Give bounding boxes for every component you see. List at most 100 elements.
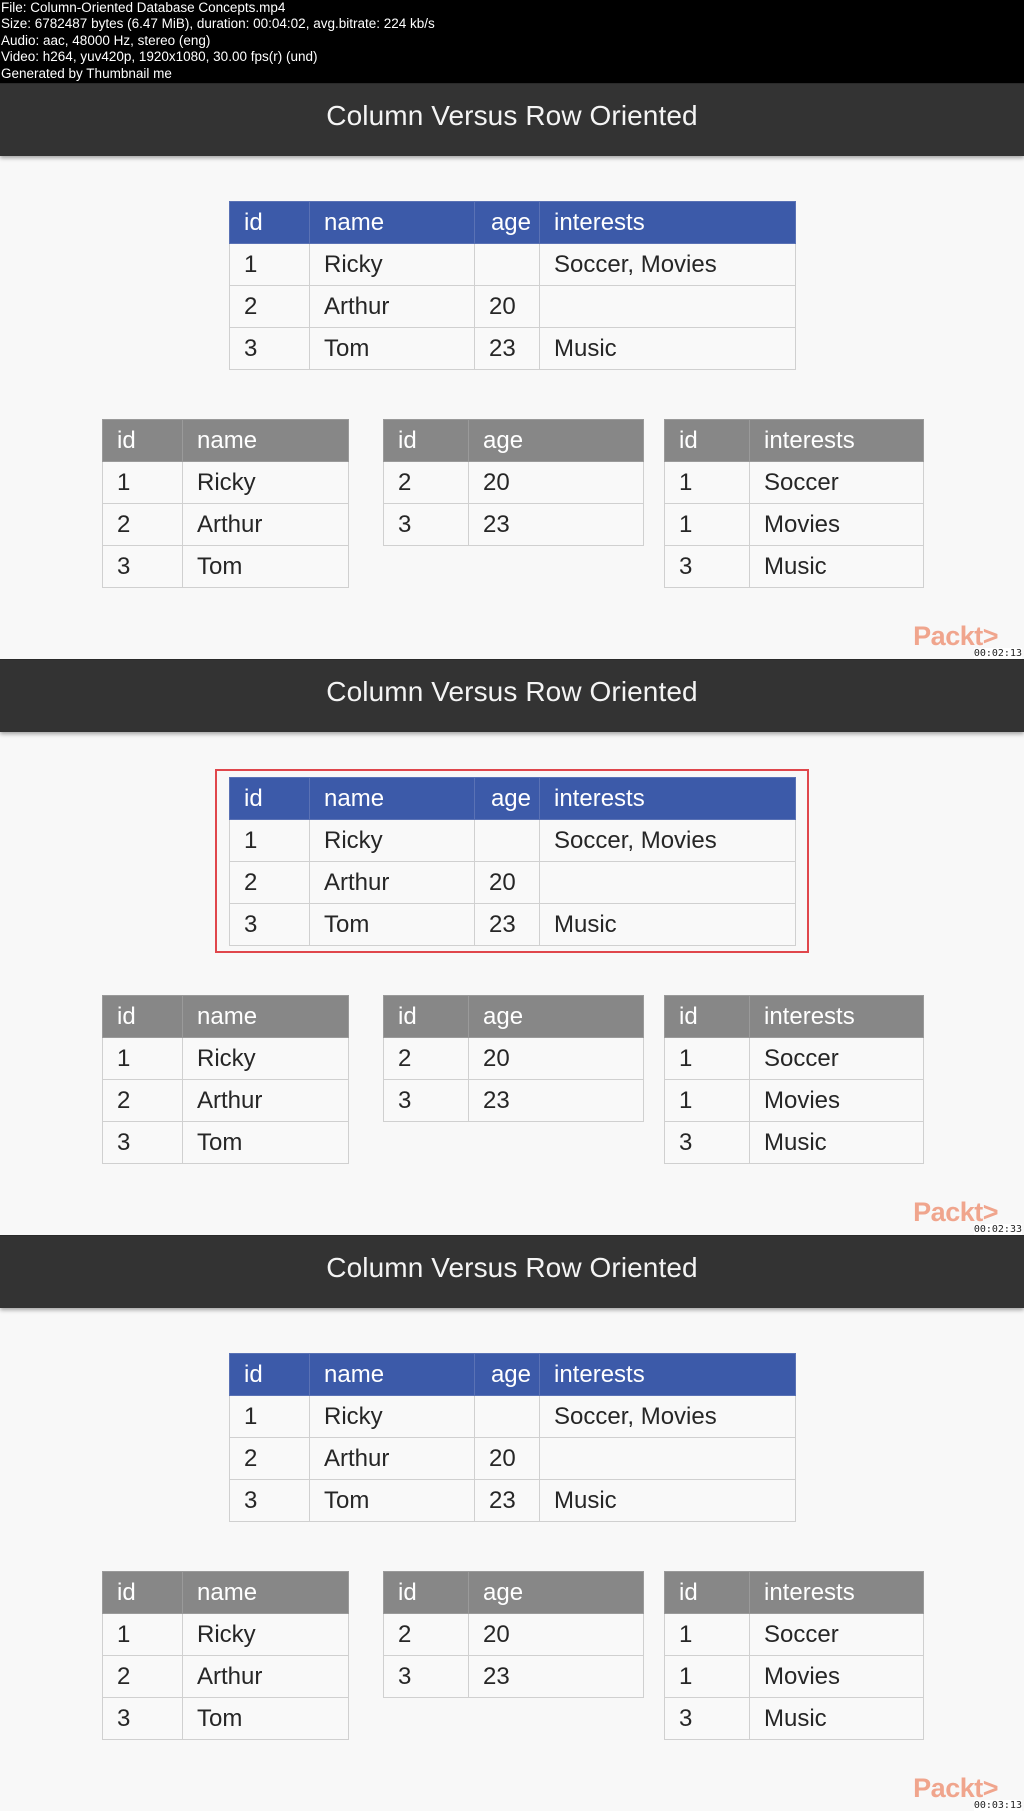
column-header: name <box>182 1571 349 1614</box>
table-header-row: id name age interests <box>229 777 796 820</box>
column-header: interests <box>539 1353 796 1396</box>
table-cell: 2 <box>383 1037 469 1080</box>
table-row: 1 Ricky Soccer, Movies <box>229 243 796 286</box>
table-row: 2 20 <box>383 1037 644 1080</box>
table-row: 1 Ricky <box>102 1037 349 1080</box>
table-cell: Arthur <box>182 1079 349 1122</box>
column-header: id <box>664 1571 750 1614</box>
column-header: id <box>229 777 310 820</box>
column-header: id <box>229 1353 310 1396</box>
frame-timestamp: 00:03:13 <box>973 1800 1022 1811</box>
table-header-row: id name age interests <box>229 201 796 244</box>
table-cell: 2 <box>102 1079 183 1122</box>
table-cell: 2 <box>229 1437 310 1480</box>
table-cell: Ricky <box>182 461 349 504</box>
table-row: 3 Music <box>664 1121 924 1164</box>
age-column-table: id age 2 20 3 23 <box>383 419 644 546</box>
table-cell: Arthur <box>309 1437 475 1480</box>
file-info-header: File: Column-Oriented Database Concepts.… <box>0 0 1024 83</box>
column-header: age <box>468 995 644 1038</box>
column-header: name <box>182 995 349 1038</box>
table-cell: 2 <box>102 503 183 546</box>
table-row: 1 Movies <box>664 503 924 546</box>
table-cell: Tom <box>309 903 475 946</box>
slide-title: Column Versus Row Oriented <box>326 100 698 131</box>
column-header: name <box>309 777 475 820</box>
column-header: age <box>468 419 644 462</box>
table-cell: Ricky <box>182 1613 349 1656</box>
table-header-row: id interests <box>664 419 924 462</box>
table-cell: Movies <box>749 1079 924 1122</box>
table-header-row: id age <box>383 995 644 1038</box>
table-cell: 23 <box>468 503 644 546</box>
table-header-row: id name <box>102 995 349 1038</box>
table-cell: Soccer <box>749 461 924 504</box>
table-row: 1 Movies <box>664 1079 924 1122</box>
table-row: 1 Ricky Soccer, Movies <box>229 819 796 862</box>
table-cell: Music <box>539 903 796 946</box>
slide-title: Column Versus Row Oriented <box>326 676 698 707</box>
column-header: name <box>309 201 475 244</box>
table-cell: 1 <box>664 1079 750 1122</box>
table-cell: 20 <box>474 1437 540 1480</box>
table-cell: 1 <box>229 1395 310 1438</box>
table-cell: 2 <box>383 461 469 504</box>
table-cell: Soccer <box>749 1613 924 1656</box>
table-row: 1 Ricky <box>102 461 349 504</box>
video-frame: Column Versus Row Oriented id name age i… <box>0 83 1024 659</box>
table-header-row: id interests <box>664 995 924 1038</box>
column-header: id <box>102 995 183 1038</box>
table-cell <box>474 1395 540 1438</box>
table-cell <box>539 861 796 904</box>
table-row: 3 Music <box>664 1697 924 1740</box>
video-frame: Column Versus Row Oriented id name age i… <box>0 659 1024 1235</box>
name-column-table: id name 1 Ricky 2 Arthur 3 Tom <box>102 419 349 588</box>
table-cell <box>539 1437 796 1480</box>
table-cell: Movies <box>749 503 924 546</box>
table-header-row: id name age interests <box>229 1353 796 1396</box>
table-cell <box>474 819 540 862</box>
table-cell: 3 <box>383 503 469 546</box>
file-info-line: File: Column-Oriented Database Concepts.… <box>1 0 286 15</box>
table-row: 3 Tom 23 Music <box>229 327 796 370</box>
file-info-line: Audio: aac, 48000 Hz, stereo (eng) <box>1 32 211 48</box>
table-row: 3 Tom 23 Music <box>229 1479 796 1522</box>
table-row: 2 20 <box>383 1613 644 1656</box>
table-row: 3 23 <box>383 1079 644 1122</box>
table-row: 1 Soccer <box>664 1037 924 1080</box>
column-header: id <box>664 995 750 1038</box>
table-cell: Soccer, Movies <box>539 243 796 286</box>
table-header-row: id interests <box>664 1571 924 1614</box>
column-header: id <box>102 419 183 462</box>
table-cell: 3 <box>383 1655 469 1698</box>
table-row: 2 Arthur <box>102 1655 349 1698</box>
table-cell: 1 <box>664 1655 750 1698</box>
column-header: interests <box>539 201 796 244</box>
column-header: id <box>229 201 310 244</box>
table-cell: 3 <box>102 545 183 588</box>
table-cell: 1 <box>664 1613 750 1656</box>
row-oriented-table: id name age interests 1 Ricky Soccer, Mo… <box>229 201 796 370</box>
column-header: interests <box>749 1571 924 1614</box>
table-row: 2 Arthur 20 <box>229 861 796 904</box>
table-header-row: id age <box>383 1571 644 1614</box>
name-column-table: id name 1 Ricky 2 Arthur 3 Tom <box>102 1571 349 1740</box>
column-header: id <box>102 1571 183 1614</box>
column-header: age <box>474 201 540 244</box>
table-cell: 1 <box>102 461 183 504</box>
table-cell: Music <box>749 545 924 588</box>
row-oriented-table: id name age interests 1 Ricky Soccer, Mo… <box>229 1353 796 1522</box>
table-cell: 1 <box>229 819 310 862</box>
table-row: 3 Music <box>664 545 924 588</box>
table-cell: 20 <box>468 461 644 504</box>
table-row: 1 Ricky <box>102 1613 349 1656</box>
table-cell: Ricky <box>309 243 475 286</box>
table-cell: 3 <box>383 1079 469 1122</box>
table-row: 1 Soccer <box>664 1613 924 1656</box>
age-column-table: id age 2 20 3 23 <box>383 1571 644 1698</box>
table-cell: 1 <box>664 1037 750 1080</box>
column-header: age <box>474 777 540 820</box>
table-cell: 3 <box>102 1121 183 1164</box>
table-cell: 23 <box>468 1655 644 1698</box>
column-header: id <box>383 419 469 462</box>
